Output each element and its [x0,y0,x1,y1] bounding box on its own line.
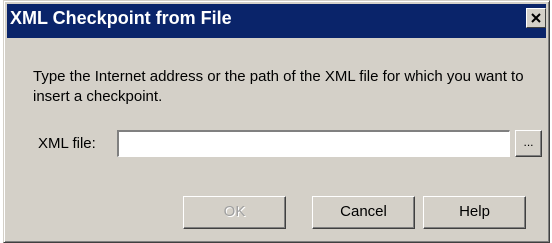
xml-checkpoint-dialog: XML Checkpoint from File Type the Intern… [3,0,550,243]
instruction-text: Type the Internet address or the path of… [33,68,524,105]
xml-file-input[interactable] [117,130,510,157]
help-button[interactable]: Help [423,196,526,229]
xml-file-label: XML file: [38,135,96,152]
window-title: XML Checkpoint from File [10,8,232,28]
title-bar[interactable]: XML Checkpoint from File [7,4,546,38]
close-button[interactable] [526,8,546,28]
cancel-button[interactable]: Cancel [312,196,415,229]
ok-button: OK [183,196,286,229]
close-icon [531,13,541,23]
browse-button[interactable]: ... [515,130,542,157]
